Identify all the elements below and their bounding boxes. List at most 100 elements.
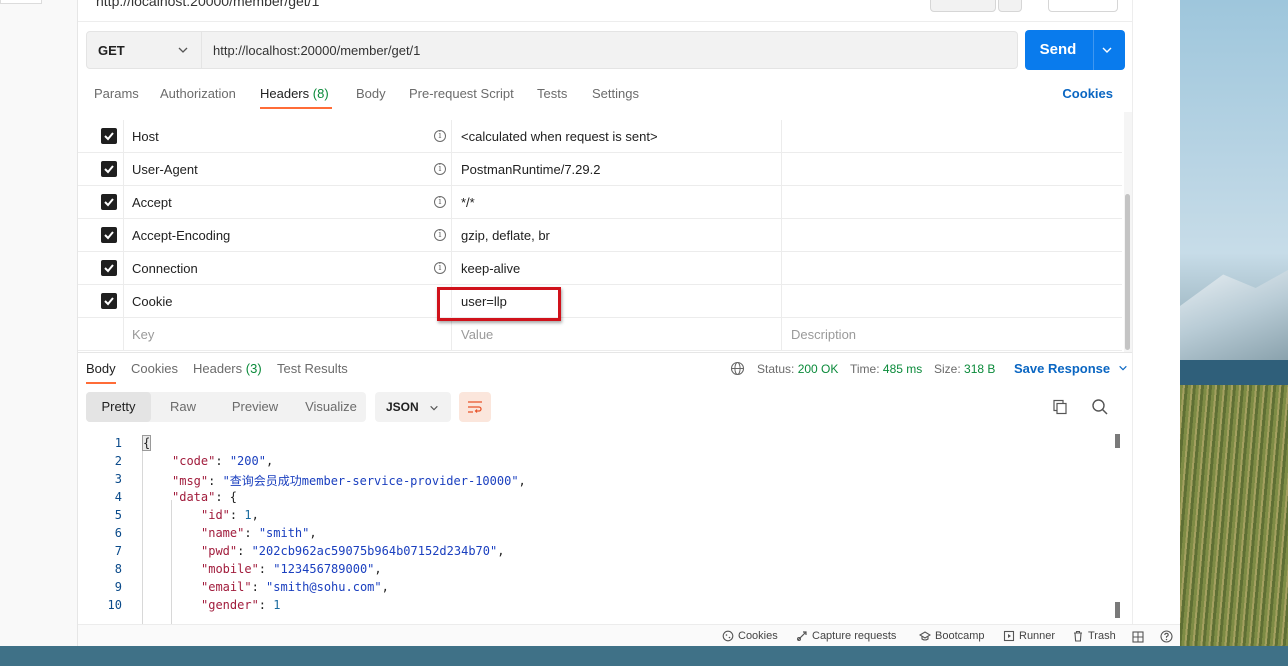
header-key[interactable]: Host i: [124, 120, 452, 153]
info-icon[interactable]: i: [434, 196, 446, 208]
info-icon[interactable]: i: [434, 262, 446, 274]
code-line: "pwd": "202cb962ac59075b964b07152d234b70…: [201, 544, 505, 558]
header-enabled-checkbox[interactable]: [101, 260, 117, 276]
sidebar-stub: [0, 0, 42, 4]
line-number: 6: [114, 526, 122, 540]
header-description[interactable]: [782, 252, 1122, 285]
url-input[interactable]: [202, 31, 1018, 69]
view-pretty[interactable]: Pretty: [86, 392, 151, 422]
statusbar-cookies[interactable]: Cookies: [722, 630, 778, 642]
header-key[interactable]: Accept-Encoding i: [124, 219, 452, 252]
layout-icon[interactable]: [1132, 631, 1144, 643]
wrap-lines-button[interactable]: [459, 392, 491, 422]
header-value[interactable]: gzip, deflate, br: [452, 219, 782, 252]
header-key[interactable]: User-Agent i: [124, 153, 452, 186]
header-enabled-checkbox[interactable]: [101, 161, 117, 177]
help-icon[interactable]: [1160, 630, 1173, 643]
response-size: Size: 318 B: [934, 362, 996, 376]
info-icon[interactable]: i: [434, 130, 446, 142]
tab-response-cookies[interactable]: Cookies: [131, 361, 178, 376]
code-line: "email": "smith@sohu.com",: [201, 580, 389, 594]
save-button[interactable]: [930, 0, 996, 12]
tab-test-results[interactable]: Test Results: [277, 361, 348, 376]
info-icon[interactable]: i: [434, 163, 446, 175]
header-value[interactable]: PostmanRuntime/7.29.2: [452, 153, 782, 186]
format-select[interactable]: JSON: [375, 392, 451, 422]
header-key[interactable]: Accept i: [124, 186, 452, 219]
copy-icon[interactable]: [1052, 399, 1068, 415]
tab-tests[interactable]: Tests: [537, 86, 567, 101]
save-response-button[interactable]: Save Response: [1014, 361, 1128, 376]
response-body-code[interactable]: 1 { 2 "code": "200", 3 "msg": "查询会员成功mem…: [78, 434, 1118, 624]
scrollbar-thumb[interactable]: [1125, 194, 1130, 350]
sidebar-panel: [0, 0, 78, 646]
line-number: 3: [114, 472, 122, 486]
statusbar-trash[interactable]: Trash: [1072, 630, 1116, 642]
active-tab-indicator: [86, 382, 116, 384]
tab-authorization[interactable]: Authorization: [160, 86, 236, 101]
new-description-input[interactable]: Description: [782, 318, 1122, 351]
new-key-input[interactable]: Key: [124, 318, 452, 351]
header-enabled-checkbox[interactable]: [101, 194, 117, 210]
header-row: Host i <calculated when request is sent>: [78, 120, 1122, 153]
tab-params[interactable]: Params: [94, 86, 139, 101]
line-number: 7: [114, 544, 122, 558]
send-button[interactable]: Send: [1025, 30, 1125, 70]
chevron-down-icon: [178, 47, 188, 53]
header-value[interactable]: <calculated when request is sent>: [452, 120, 782, 153]
header-description[interactable]: [782, 153, 1122, 186]
tab-body[interactable]: Body: [356, 86, 386, 101]
line-number: 4: [114, 490, 122, 504]
view-preview[interactable]: Preview: [216, 392, 294, 422]
tab-pre-request-script[interactable]: Pre-request Script: [409, 86, 514, 101]
status-bar: Cookies Capture requests Bootcamp Runner…: [78, 624, 1180, 646]
statusbar-capture-requests[interactable]: Capture requests: [796, 630, 896, 642]
line-number: 8: [114, 562, 122, 576]
method-select[interactable]: GET: [86, 31, 202, 69]
header-enabled-checkbox[interactable]: [101, 128, 117, 144]
header-description[interactable]: [782, 186, 1122, 219]
save-dropdown-button[interactable]: [998, 0, 1022, 12]
indent-guide: [171, 500, 172, 624]
header-description[interactable]: [782, 120, 1122, 153]
code-line: "id": 1,: [201, 508, 259, 522]
response-time: Time: 485 ms: [850, 362, 923, 376]
view-raw[interactable]: Raw: [158, 392, 208, 422]
cookies-link[interactable]: Cookies: [1062, 86, 1113, 101]
headers-scrollbar[interactable]: [1124, 112, 1132, 352]
header-row: Accept i */*: [78, 186, 1122, 219]
send-options-chevron-icon[interactable]: [1101, 44, 1113, 56]
statusbar-runner[interactable]: Runner: [1003, 630, 1055, 642]
header-key[interactable]: Connection i: [124, 252, 452, 285]
header-value[interactable]: keep-alive: [452, 252, 782, 285]
tab-response-headers[interactable]: Headers (3): [193, 361, 262, 376]
tab-response-body[interactable]: Body: [86, 361, 116, 376]
tab-settings[interactable]: Settings: [592, 86, 639, 101]
tab-headers[interactable]: Headers (8): [260, 86, 329, 101]
code-scrollbar[interactable]: [1114, 434, 1122, 620]
header-row: Connection i keep-alive: [78, 252, 1122, 285]
scrollbar-thumb-top[interactable]: [1115, 434, 1120, 448]
search-icon[interactable]: [1091, 398, 1109, 416]
view-visualize[interactable]: Visualize: [296, 392, 366, 422]
response-status: Status: 200 OK: [757, 362, 839, 376]
header-value[interactable]: */*: [452, 186, 782, 219]
active-tab-indicator: [260, 107, 332, 109]
wallpaper-grass: [1180, 385, 1288, 646]
scrollbar-thumb-bottom[interactable]: [1115, 602, 1120, 618]
line-number: 1: [114, 436, 122, 450]
header-key[interactable]: Cookie: [124, 285, 452, 318]
header-description[interactable]: [782, 285, 1122, 318]
taskbar-strip: [0, 646, 1288, 666]
header-enabled-checkbox[interactable]: [101, 293, 117, 309]
header-row: Accept-Encoding i gzip, deflate, br: [78, 219, 1122, 252]
globe-icon[interactable]: [730, 361, 745, 376]
chevron-down-icon: [1118, 365, 1127, 371]
new-value-input[interactable]: Value: [452, 318, 782, 351]
info-icon[interactable]: i: [434, 229, 446, 241]
view-toggle[interactable]: [1048, 0, 1118, 12]
statusbar-bootcamp[interactable]: Bootcamp: [919, 630, 985, 642]
header-description[interactable]: [782, 219, 1122, 252]
request-tabs: Params Authorization Headers (8) Body Pr…: [78, 80, 1132, 110]
header-enabled-checkbox[interactable]: [101, 227, 117, 243]
